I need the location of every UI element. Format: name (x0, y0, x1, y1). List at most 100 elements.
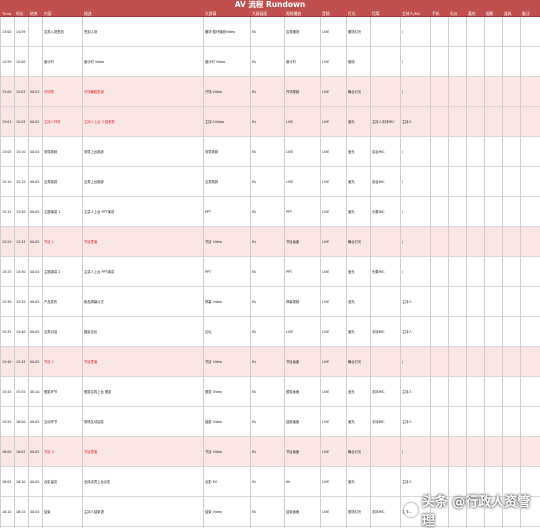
table-cell: 00:05 (30, 270, 40, 274)
header-cell: 内容 (44, 11, 52, 16)
table-cell: 暖场灯光 (348, 30, 362, 34)
table-cell: / (402, 240, 404, 244)
table-cell: 主持人 (402, 390, 412, 394)
table-cell: KV (252, 300, 257, 304)
table-cell: 16:00 (16, 420, 26, 424)
column-divider (502, 17, 503, 528)
table-cell: LIVE (322, 390, 330, 394)
column-divider (320, 17, 321, 528)
header-cell: 大屏画面 (252, 11, 268, 16)
table-header: Time 时长 结束 内容 描述 大屏幕 大屏画面 视频播放 音频 灯光 话筒 主持人/MC 手机 礼仪 嘉… (0, 10, 540, 17)
table-cell: 节目表演 (84, 240, 98, 244)
table-cell: 开场 Video (205, 90, 222, 94)
table-cell: 倒计时 (286, 60, 296, 64)
table-cell: 15:55 (2, 420, 12, 424)
table-cell: 嘉宾对话 (44, 330, 58, 334)
table-cell: / (402, 30, 404, 34)
table-row: 15:15 15:20 00:05 主题演讲 1 主讲人上台 PPT演讲 PPT KV PPT… (0, 197, 540, 227)
table-row: 15:00 15:03 00:03 开场秀 开场舞蹈表演 开场 Video KV 开场视频 LI… (0, 77, 540, 107)
table-cell: 舞台灯光 (348, 90, 362, 94)
table-cell: / (402, 60, 404, 64)
header-cell: 摄影 (486, 11, 494, 16)
table-cell: 主持人 (402, 120, 412, 124)
table-cell: LIVE (322, 300, 330, 304)
header-cell: 灯光 (348, 11, 356, 16)
table-cell: LIVE (286, 120, 294, 124)
column-divider (448, 17, 449, 528)
table-cell: 颁奖环节 (44, 390, 58, 394)
table-cell: LIVE (286, 180, 294, 184)
table-cell: 面光 (348, 330, 355, 334)
header-cell: 主持人/MC (402, 11, 421, 16)
table-cell: 主持人Video (205, 120, 225, 124)
column-divider (0, 17, 1, 528)
table-cell: LIVE (322, 450, 330, 454)
table-cell: 倒计时 (44, 60, 54, 64)
table-cell: 15:40 (2, 360, 12, 364)
table-row: 15:03 15:05 00:02 主持人开场 主持人上台 介绍来宾 主持人Video KV… (0, 107, 540, 137)
table-cell: / (402, 450, 404, 454)
table-cell: 面光 (348, 180, 355, 184)
header-cell: 话筒 (372, 11, 380, 16)
table-cell: 16:00 (2, 450, 12, 454)
watermark-text: 头条 @行政人资管理 (421, 495, 531, 528)
table-cell: 16:15 (16, 510, 26, 514)
table-cell: 15:35 (16, 300, 26, 304)
table-cell: 签到入场 (84, 30, 98, 34)
table-cell: KV (252, 270, 257, 274)
table-cell: 圆桌论坛 (84, 330, 98, 334)
table-cell: / (402, 90, 404, 94)
table-row: 15:45 15:55 00:10 颁奖环节 颁奖嘉宾上台 颁奖 颁奖 Video KV 颁奖… (0, 377, 540, 407)
table-cell: 节目 Video (205, 450, 222, 454)
table-cell: 面光 (348, 480, 355, 484)
table-cell: 倒计时 Video (84, 60, 105, 64)
table-cell: 领导致辞 (44, 150, 58, 154)
table-cell: KV (252, 60, 257, 64)
table-cell: 15:30 (2, 300, 12, 304)
table-cell: 主持人 (402, 480, 412, 484)
table-cell: 00:10 (30, 390, 40, 394)
table-cell: LIVE (286, 150, 294, 154)
table-cell: 嘉宾致辞 (205, 180, 219, 184)
table-cell: LIVE (322, 420, 330, 424)
table-cell: 16:05 (2, 480, 12, 484)
table-cell: PPT (205, 270, 211, 274)
table-row: 15:30 15:35 00:05 产品发布 新品揭幕仪式 揭幕 Video KV 揭幕视频 L… (0, 287, 540, 317)
table-cell: 讲台MIC (372, 150, 385, 154)
table-cell: 节目表演 (84, 360, 98, 364)
table-cell: 节目 2 (44, 360, 54, 364)
table-row: 15:10 15:15 00:05 嘉宾致辞 嘉宾上台致辞 嘉宾致辞 KV LIVE LIVE 面… (0, 167, 540, 197)
table-cell: 颁奖嘉宾上台 颁奖 (84, 390, 112, 394)
table-cell: / (402, 150, 404, 154)
table-cell: 舞台灯光 (348, 450, 362, 454)
column-divider (28, 17, 29, 528)
table-cell: 产品发布 (44, 300, 58, 304)
table-cell: 节目 3 (44, 450, 54, 454)
table-cell: 手持MIC (372, 330, 385, 334)
table-cell: 主持人 (402, 330, 412, 334)
table-cell: 14:59 (2, 60, 12, 64)
table-cell: KV (286, 480, 291, 484)
column-divider (42, 17, 43, 528)
table-cell: / (402, 360, 404, 364)
table-cell: 现场互动抽奖 (84, 420, 104, 424)
table-cell: 节目画面 (286, 240, 300, 244)
table-cell: 15:05 (16, 120, 26, 124)
table-cell: 手持MIC (372, 420, 385, 424)
table-cell: 领导致辞 (205, 150, 219, 154)
table-cell: 00:05 (30, 450, 40, 454)
table-cell: 嘉宾入场签到 (44, 30, 64, 34)
table-cell: LIVE (322, 180, 330, 184)
table-cell: 主持人结束语 (84, 510, 104, 514)
table-cell: KV (252, 180, 257, 184)
header-cell: 嘉宾 (468, 11, 476, 16)
table-cell: 00:05 (30, 210, 40, 214)
column-divider (346, 17, 347, 528)
table-cell: 颁奖 Video (205, 390, 222, 394)
table-row: 15:40 15:45 00:05 节目 2 节目表演 节目 Video KV 节目画面 LIV… (0, 347, 540, 377)
table-cell: 嘉宾上台致辞 (84, 180, 104, 184)
table-cell: 主题演讲 2 (44, 270, 61, 274)
table-cell: 颁奖画面 (286, 390, 300, 394)
column-divider (466, 17, 467, 528)
table-cell: KV (252, 30, 257, 34)
